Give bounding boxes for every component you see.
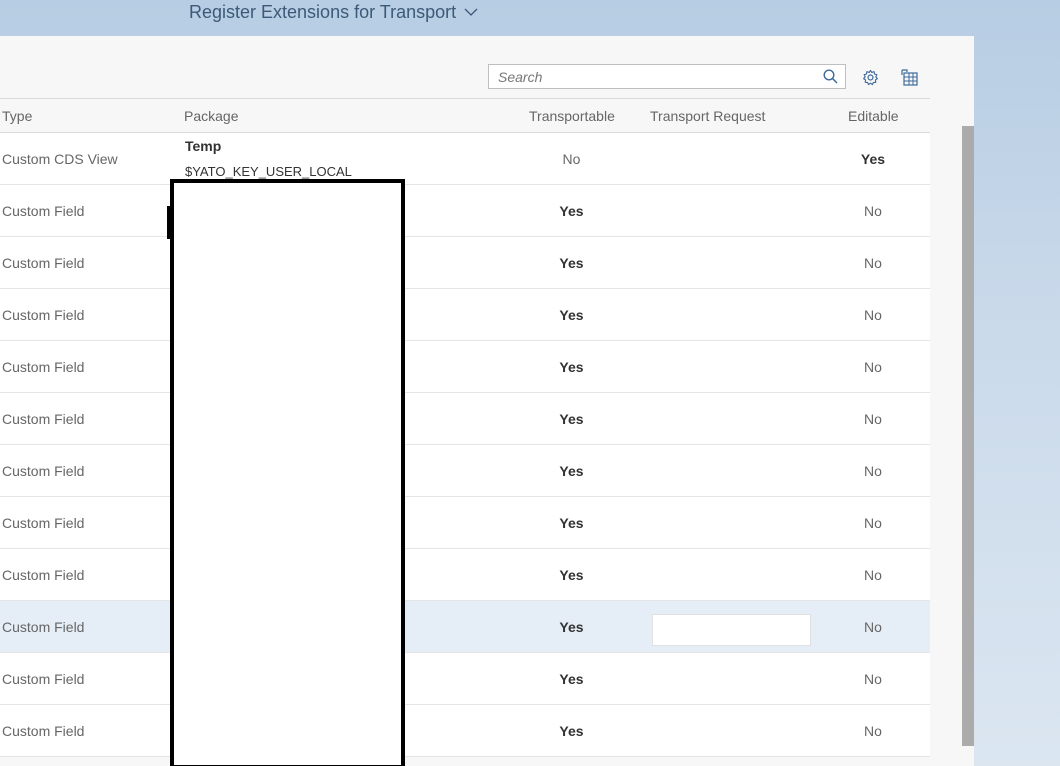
search-icon [822, 69, 838, 84]
column-header-transportable[interactable]: Transportable [529, 108, 615, 124]
table-row-selected[interactable]: Custom Field Yes No [0, 601, 930, 653]
type-cell: Custom Field [2, 254, 85, 271]
editable-cell: No [864, 462, 882, 479]
type-cell: Custom Field [2, 306, 85, 323]
editable-cell: No [864, 358, 882, 375]
chevron-down-icon [464, 8, 478, 16]
table-row[interactable]: Custom Field Yes No [0, 549, 930, 601]
type-cell: Custom Field [2, 514, 85, 531]
type-cell: Custom Field [2, 566, 85, 583]
package-id: $YATO_KEY_USER_LOCAL [185, 164, 352, 179]
transportable-cell: Yes [559, 462, 584, 479]
table-row[interactable]: Custom Field Yes No [0, 289, 930, 341]
column-header-package[interactable]: Package [184, 108, 238, 124]
search-field[interactable] [488, 64, 846, 89]
search-button[interactable] [815, 65, 845, 88]
transportable-cell: Yes [559, 722, 584, 739]
table-toolbar [0, 36, 930, 99]
editable-cell: No [864, 514, 882, 531]
editable-cell: No [864, 722, 882, 739]
type-cell: Custom Field [2, 722, 85, 739]
settings-button[interactable] [858, 65, 882, 89]
transportable-cell: Yes [559, 306, 584, 323]
transportable-cell: Yes [559, 358, 584, 375]
table-body: Custom CDS View Temp $YATO_KEY_USER_LOCA… [0, 133, 930, 757]
editable-cell: No [864, 566, 882, 583]
transportable-cell: No [562, 150, 581, 167]
transportable-cell: Yes [559, 254, 584, 271]
type-cell: Custom Field [2, 358, 85, 375]
table-row[interactable]: Custom Field Yes No [0, 445, 930, 497]
transportable-cell: Yes [559, 202, 584, 219]
editable-cell: No [864, 202, 882, 219]
package-name: Temp [185, 138, 222, 154]
editable-cell: No [864, 306, 882, 323]
table-row[interactable]: Custom CDS View Temp $YATO_KEY_USER_LOCA… [0, 133, 930, 185]
type-cell: Custom Field [2, 670, 85, 687]
table-row[interactable]: Custom Field Yes No [0, 705, 930, 757]
type-cell: Custom CDS View [2, 150, 118, 167]
gear-icon [862, 69, 878, 85]
table-header: Type Package Transportable Transport Req… [0, 100, 930, 133]
transportable-cell: Yes [559, 670, 584, 687]
export-button[interactable] [898, 65, 922, 89]
column-header-editable[interactable]: Editable [848, 108, 899, 124]
editable-cell: Yes [860, 150, 886, 167]
transportable-cell: Yes [559, 618, 584, 635]
type-cell: Custom Field [2, 202, 85, 219]
table-row[interactable]: Custom Field Yes No [0, 341, 930, 393]
transportable-cell: Yes [559, 566, 584, 583]
table-row[interactable]: Custom Field Yes No [0, 653, 930, 705]
transportable-cell: Yes [559, 410, 584, 427]
table-row[interactable]: Custom Field Yes No [0, 185, 930, 237]
table-row[interactable]: Custom Field Yes No [0, 237, 930, 289]
editable-cell: No [864, 254, 882, 271]
column-header-type[interactable]: Type [2, 108, 32, 124]
transportable-cell: Yes [559, 514, 584, 531]
scrollbar-thumb[interactable] [962, 126, 974, 746]
table-row[interactable]: Custom Field Yes No [0, 393, 930, 445]
column-header-transport-request[interactable]: Transport Request [650, 108, 765, 124]
type-cell: Custom Field [2, 462, 85, 479]
redaction-box [170, 179, 405, 766]
type-cell: Custom Field [2, 618, 85, 635]
editable-cell: No [864, 670, 882, 687]
app-title[interactable]: Register Extensions for Transport [189, 2, 478, 23]
export-icon [901, 68, 918, 86]
search-input[interactable] [489, 65, 815, 88]
editable-cell: No [864, 618, 882, 635]
transport-request-input[interactable] [652, 614, 811, 646]
editable-cell: No [864, 410, 882, 427]
package-cell: Temp $YATO_KEY_USER_LOCAL [185, 133, 352, 184]
type-cell: Custom Field [2, 410, 85, 427]
app-title-text: Register Extensions for Transport [189, 2, 457, 22]
table-row[interactable]: Custom Field Yes No [0, 497, 930, 549]
